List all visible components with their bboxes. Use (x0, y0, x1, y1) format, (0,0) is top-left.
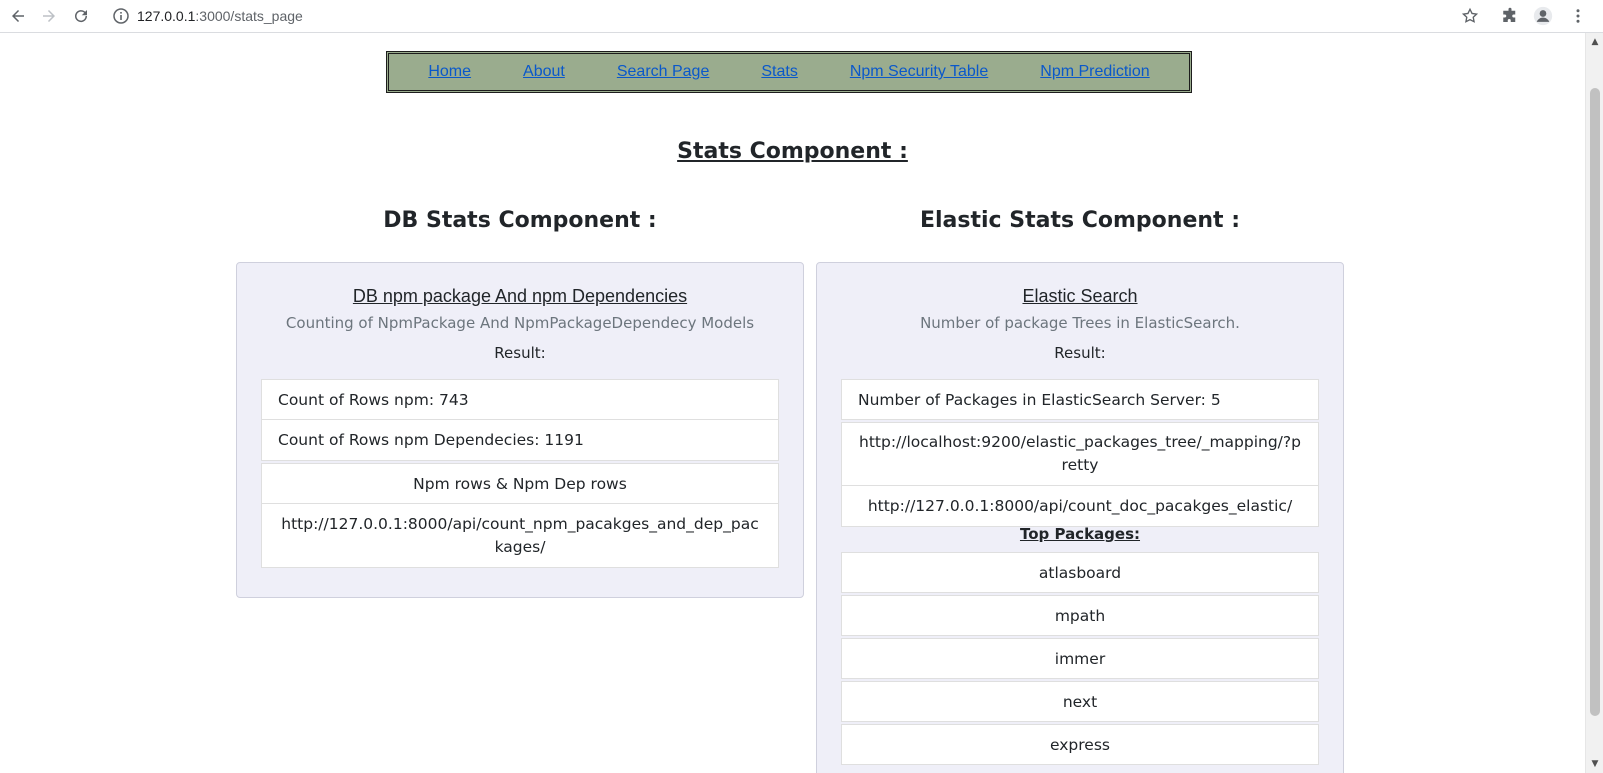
elastic-mapping-url: http://localhost:9200/elastic_packages_t… (841, 422, 1319, 486)
db-section-title: DB Stats Component : (383, 208, 657, 233)
elastic-package-count: Number of Packages in ElasticSearch Serv… (841, 379, 1319, 420)
db-rows-npm-dep: Count of Rows npm Dependecies: 1191 (261, 420, 779, 461)
elastic-card-subtitle: Number of package Trees in ElasticSearch… (920, 314, 1240, 332)
scroll-down-arrow-icon[interactable]: ▼ (1590, 759, 1600, 769)
elastic-endpoint-url: http://127.0.0.1:8000/api/count_doc_paca… (841, 486, 1319, 527)
elastic-stats-card: Elastic Search Number of package Trees i… (816, 262, 1344, 773)
page-viewport: Home About Search Page Stats Npm Securit… (0, 33, 1585, 773)
menu-kebab-icon[interactable] (1566, 4, 1590, 28)
list-item: immer (841, 638, 1319, 679)
elastic-section-title: Elastic Stats Component : (919, 208, 1240, 233)
nav-link-search-page[interactable]: Search Page (617, 63, 710, 81)
elastic-result-label: Result: (1054, 344, 1106, 362)
nav-link-home[interactable]: Home (428, 63, 471, 81)
nav-link-about[interactable]: About (523, 63, 565, 81)
list-item: express (841, 724, 1319, 765)
info-icon[interactable] (113, 8, 129, 24)
db-rows-npm: Count of Rows npm: 743 (261, 379, 779, 420)
elastic-result-list: Number of Packages in ElasticSearch Serv… (841, 379, 1319, 527)
profile-avatar-icon[interactable] (1531, 4, 1555, 28)
nav-link-npm-security-table[interactable]: Npm Security Table (850, 63, 988, 81)
db-result-label: Result: (494, 344, 546, 362)
bookmark-star-icon[interactable] (1458, 4, 1482, 28)
back-arrow-icon[interactable] (6, 4, 30, 28)
reload-icon[interactable] (69, 4, 93, 28)
url-host: 127.0.0.1 (137, 8, 196, 24)
vertical-scrollbar[interactable]: ▲ ▼ (1585, 33, 1603, 773)
db-result-list: Count of Rows npm: 743 Count of Rows npm… (261, 379, 779, 568)
db-stats-card: DB npm package And npm Dependencies Coun… (236, 262, 804, 598)
scroll-up-arrow-icon[interactable]: ▲ (1590, 37, 1600, 47)
db-endpoint-url: http://127.0.0.1:8000/api/count_npm_paca… (261, 504, 779, 568)
list-item: mpath (841, 595, 1319, 636)
db-footer-label: Npm rows & Npm Dep rows (261, 463, 779, 504)
url-path: :3000/stats_page (195, 8, 303, 24)
list-item: atlasboard (841, 552, 1319, 593)
nav-link-stats[interactable]: Stats (761, 63, 797, 81)
top-packages-list: atlasboard mpath immer next express (841, 552, 1319, 765)
elastic-card-title: Elastic Search (1022, 286, 1138, 306)
list-item: next (841, 681, 1319, 722)
top-navigation: Home About Search Page Stats Npm Securit… (386, 51, 1192, 93)
page-title: Stats Component : (677, 139, 908, 164)
forward-arrow-icon[interactable] (37, 4, 61, 28)
scrollbar-thumb[interactable] (1590, 88, 1600, 716)
top-packages-label: Top Packages: (1019, 525, 1141, 543)
db-card-title: DB npm package And npm Dependencies (352, 286, 688, 306)
browser-toolbar: 127.0.0.1:3000/stats_page (0, 0, 1603, 33)
extensions-puzzle-icon[interactable] (1498, 4, 1522, 28)
db-card-subtitle: Counting of NpmPackage And NpmPackageDep… (285, 314, 755, 332)
nav-link-npm-prediction[interactable]: Npm Prediction (1040, 63, 1149, 81)
address-bar[interactable]: 127.0.0.1:3000/stats_page (113, 5, 303, 27)
